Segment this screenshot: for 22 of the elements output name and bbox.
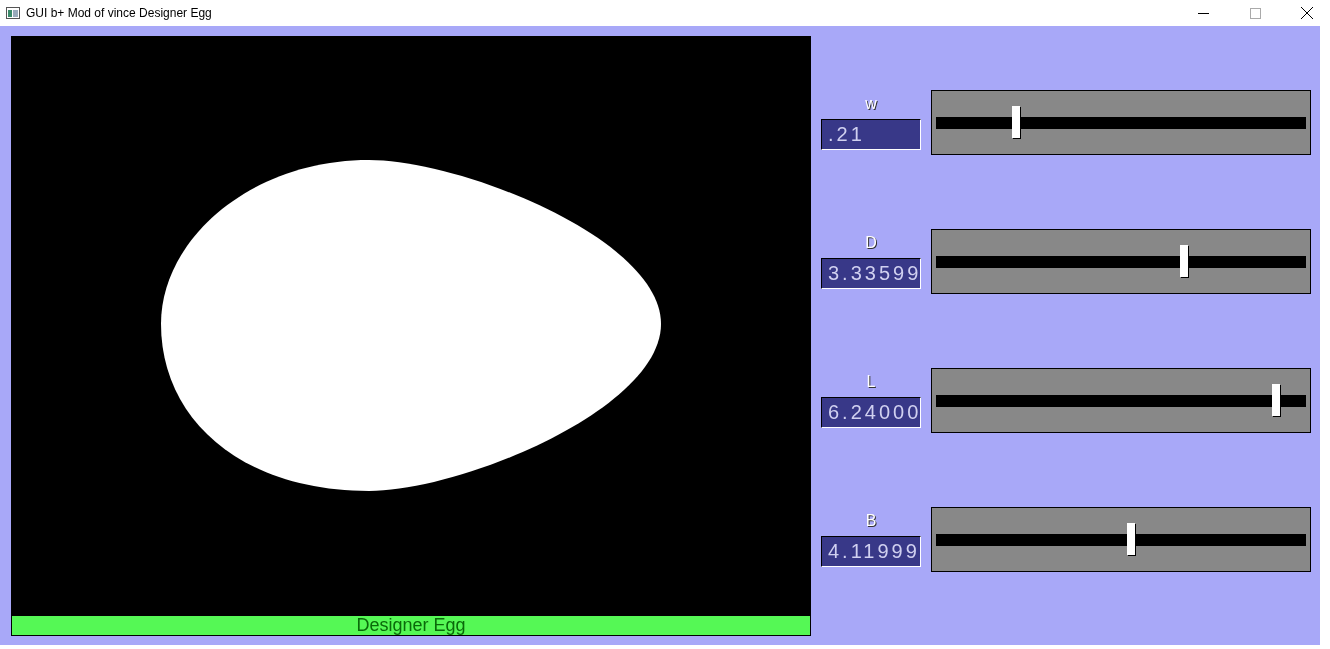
close-icon [1301,7,1313,19]
slider-thumb[interactable] [1011,105,1020,138]
slider-thumb[interactable] [1179,244,1188,277]
value-field[interactable]: 6.24000 [821,397,921,428]
minimize-icon [1197,12,1209,14]
slider[interactable] [931,368,1311,433]
slider[interactable] [931,229,1311,294]
slider-label: w [865,95,877,113]
app-icon [6,7,20,19]
slider[interactable] [931,507,1311,572]
slider-label: L [866,373,876,391]
slider-thumb[interactable] [1272,383,1281,416]
slider[interactable] [931,90,1311,155]
canvas-caption: Designer Egg [11,615,811,636]
value-field[interactable]: 4.11999 [821,536,921,567]
slider-thumb[interactable] [1127,522,1135,555]
value-field[interactable]: .21 [821,119,921,150]
window-title: GUI b+ Mod of vince Designer Egg [26,6,213,20]
slider-label: B [865,512,877,530]
slider-label: D [865,234,877,252]
value-field[interactable]: 3.33599 [821,258,921,289]
maximize-icon [1249,7,1261,19]
